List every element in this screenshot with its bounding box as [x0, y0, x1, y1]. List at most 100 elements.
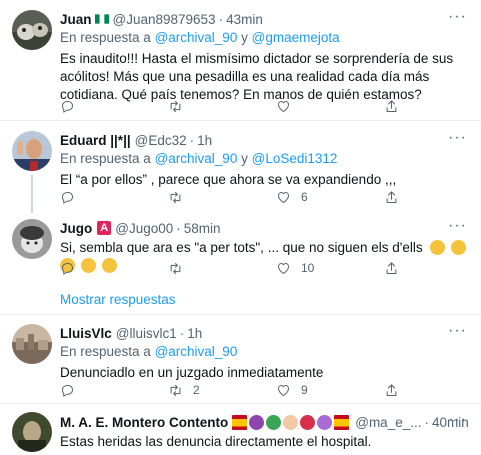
- timestamp[interactable]: 58min: [184, 221, 221, 236]
- person-emoji-icon: [451, 240, 467, 255]
- tweet-header: Juan @Juan89879653 · 43min: [60, 10, 469, 28]
- reply-mention-1[interactable]: @archival_90: [155, 151, 238, 166]
- retweet-icon: [170, 384, 181, 396]
- retweet-icon: [170, 262, 181, 274]
- separator-dot: ·: [218, 11, 224, 27]
- show-more-replies-link[interactable]: Mostrar respuestas: [60, 292, 176, 307]
- reply-mention-1[interactable]: @archival_90: [155, 344, 238, 359]
- tweet-juan[interactable]: Juan @Juan89879653 · 43min En respuesta …: [0, 0, 481, 120]
- tweet-montero[interactable]: M. A. E. Montero Contento @ma_e_... · 40…: [0, 404, 481, 455]
- hand-icon: [283, 414, 299, 430]
- reply-context: En respuesta a @archival_90 y @LoSedi131…: [60, 151, 469, 169]
- share-button[interactable]: [384, 188, 414, 206]
- like-count: 10: [301, 261, 315, 275]
- tweet-jugo[interactable]: Jugo A @Jugo00 · 58min Si, sembla que ar…: [0, 209, 481, 281]
- avatar-image: [12, 10, 52, 50]
- reply-icon: [62, 191, 73, 204]
- more-icon[interactable]: ···: [448, 9, 467, 25]
- retweet-button[interactable]: [168, 97, 276, 115]
- reply-mention-1[interactable]: @archival_90: [155, 30, 238, 45]
- display-name[interactable]: Eduard ||*||: [60, 133, 131, 148]
- reply-button[interactable]: [60, 97, 168, 115]
- tweet-text: Estas heridas las denuncia directamente …: [60, 434, 372, 449]
- avatar-image: [12, 131, 52, 171]
- retweet-button[interactable]: [168, 259, 276, 277]
- share-icon: [386, 261, 397, 274]
- tweet-text-body: Si, sembla que ara es "a per tots", ... …: [60, 240, 423, 255]
- reply-and: y: [241, 30, 248, 45]
- separator-dot: ·: [424, 414, 429, 430]
- share-button[interactable]: [384, 259, 414, 277]
- reply-button[interactable]: [60, 188, 168, 206]
- reply-prefix: En respuesta a: [60, 344, 151, 359]
- tweet-actions: 6: [60, 188, 420, 206]
- separator-dot: ·: [176, 220, 181, 236]
- handle[interactable]: @Juan89879653: [113, 12, 216, 27]
- display-name[interactable]: Juan: [60, 12, 92, 27]
- reply-mention-2[interactable]: @gmaemejota: [252, 30, 340, 45]
- handle[interactable]: @Edc32: [135, 133, 187, 148]
- reply-button[interactable]: [60, 259, 168, 277]
- separator-dot: ·: [189, 132, 195, 148]
- avatar[interactable]: [12, 131, 52, 171]
- reply-button[interactable]: [60, 381, 168, 399]
- like-button[interactable]: 10: [276, 259, 384, 277]
- reply-and: y: [241, 151, 248, 166]
- person-emoji-icon: [430, 240, 446, 255]
- reply-icon: [62, 100, 73, 113]
- handle[interactable]: @lluisvlc1: [116, 326, 177, 341]
- more-icon[interactable]: ···: [448, 218, 467, 234]
- tweet-header: LluisVlc @lluisvlc1 · 1h: [60, 324, 469, 342]
- reply-prefix: En respuesta a: [60, 151, 151, 166]
- avatar[interactable]: [12, 324, 52, 364]
- like-icon: [278, 191, 289, 203]
- tweet-actions: [60, 97, 420, 115]
- avatar[interactable]: [12, 10, 52, 50]
- like-count: 9: [301, 383, 308, 397]
- like-icon: [278, 384, 289, 396]
- share-button[interactable]: [384, 97, 414, 115]
- tweet-text: Denunciadlo en un juzgado inmediatamente: [60, 365, 324, 380]
- more-icon[interactable]: ···: [448, 323, 467, 339]
- tweet-header: M. A. E. Montero Contento @ma_e_... · 40…: [60, 413, 469, 431]
- timestamp[interactable]: 1h: [187, 326, 202, 341]
- handle[interactable]: @ma_e_...: [355, 415, 421, 430]
- more-icon[interactable]: ···: [448, 412, 467, 428]
- display-name[interactable]: Jugo: [60, 221, 92, 236]
- recycle-icon: [266, 414, 282, 430]
- avatar[interactable]: [12, 219, 52, 259]
- purple-heart-icon: [317, 414, 333, 430]
- broken-heart-icon: [300, 414, 316, 430]
- avatar[interactable]: [12, 412, 52, 452]
- reply-icon: [62, 384, 73, 397]
- like-button[interactable]: 6: [276, 188, 384, 206]
- retweet-icon: [170, 100, 181, 112]
- avatar-image: [12, 324, 52, 364]
- tweet-actions: 10: [60, 259, 420, 277]
- timestamp[interactable]: 43min: [226, 12, 263, 27]
- spain-flag-icon: [334, 414, 350, 430]
- retweet-icon: [170, 191, 181, 203]
- retweet-button[interactable]: [168, 188, 276, 206]
- tweet-lluisvlc[interactable]: LluisVlc @lluisvlc1 · 1h En respuesta a …: [0, 315, 481, 403]
- like-button[interactable]: [276, 97, 384, 115]
- share-button[interactable]: [384, 381, 414, 399]
- tweet-text: El “a por ellos” , parece que ahora se v…: [60, 172, 397, 187]
- thread-line: [31, 175, 33, 213]
- more-icon[interactable]: ···: [448, 130, 467, 146]
- separator-dot: ·: [179, 325, 185, 341]
- reply-icon: [62, 262, 73, 275]
- like-button[interactable]: 9: [276, 381, 384, 399]
- handle[interactable]: @Jugo00: [115, 221, 173, 236]
- purple-circle-icon: [249, 414, 265, 430]
- display-name[interactable]: M. A. E. Montero Contento: [60, 415, 228, 430]
- display-name[interactable]: LluisVlc: [60, 326, 112, 341]
- profile-emoji-group: [232, 414, 351, 430]
- retweet-count: 2: [193, 383, 200, 397]
- tweet-eduard[interactable]: Eduard ||*|| @Edc32 · 1h En respuesta a …: [0, 121, 481, 213]
- retweet-button[interactable]: 2: [168, 381, 276, 399]
- reply-mention-2[interactable]: @LoSedi1312: [252, 151, 338, 166]
- timestamp[interactable]: 1h: [197, 133, 212, 148]
- reply-context: En respuesta a @archival_90 y @gmaemejot…: [60, 30, 469, 48]
- reply-context: En respuesta a @archival_90: [60, 344, 469, 362]
